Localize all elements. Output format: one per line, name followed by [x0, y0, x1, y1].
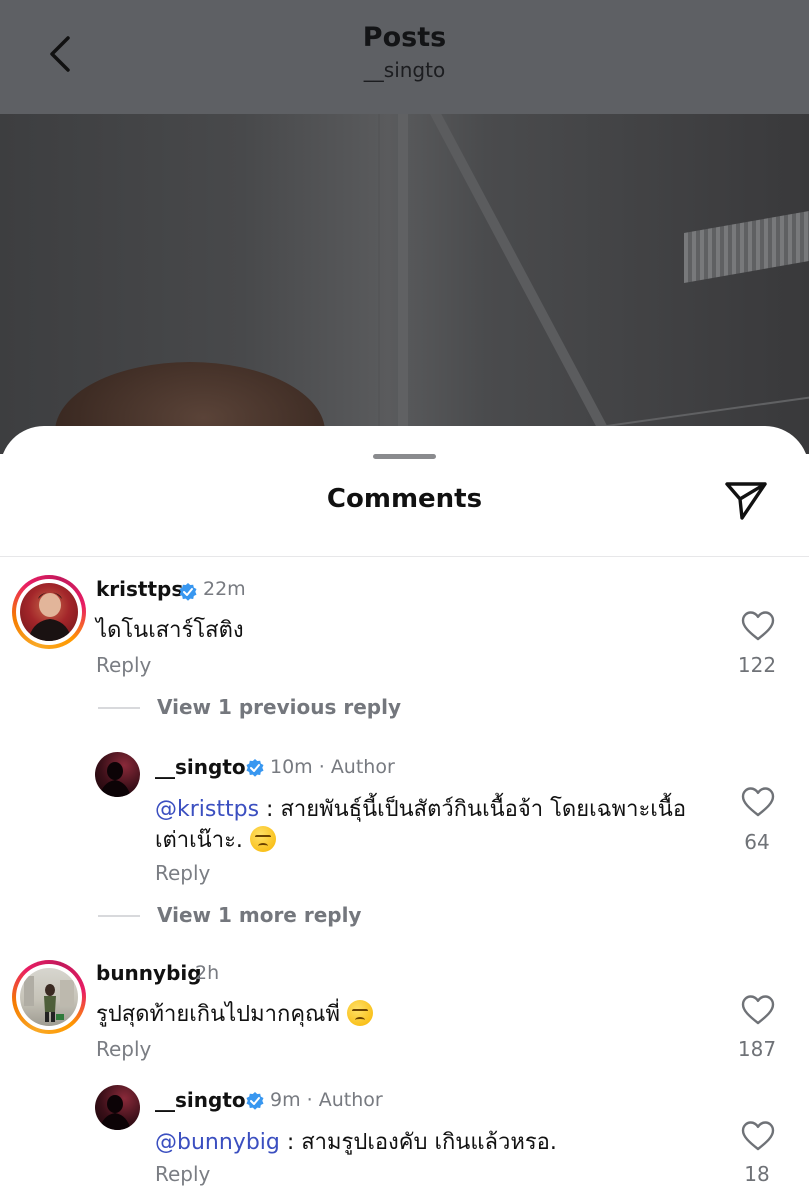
reply-button[interactable]: Reply [155, 861, 210, 885]
author-tag: · Author [318, 756, 395, 778]
like-count: 64 [744, 830, 770, 854]
author-tag: · Author [306, 1089, 383, 1111]
comment-text-body: รูปสุดท้ายเกินไปมากคุณพี่ [96, 1002, 340, 1027]
post-photo-background [0, 114, 809, 454]
heart-icon[interactable] [741, 1120, 775, 1152]
page-title: Posts [362, 22, 447, 53]
comments-sheet: Comments kristtps 22m ไดโนเสาร์โสติง Rep… [0, 426, 809, 1200]
avatar[interactable] [95, 1085, 140, 1130]
comment-text: รูปสุดท้ายเกินไปมากคุณพี่ [96, 996, 373, 1031]
view-more-replies[interactable]: View 1 more reply [157, 903, 361, 927]
share-button[interactable] [722, 478, 770, 522]
thread-line [98, 915, 140, 917]
avatar-photo [24, 976, 74, 1022]
verified-badge-icon [246, 1092, 264, 1110]
page-subtitle: __singto [363, 58, 446, 82]
reply-button[interactable]: Reply [96, 653, 151, 677]
like-count: 18 [744, 1162, 770, 1186]
view-previous-replies[interactable]: View 1 previous reply [157, 695, 401, 719]
verified-badge-icon [246, 759, 264, 777]
reply-meta: 9m · Author [270, 1089, 383, 1111]
reply-text-line2: เต่าเน๊าะ. [155, 828, 243, 853]
reply-text: @bunnybig : สามรูปเองคับ เกินแล้วหรอ. [155, 1124, 557, 1159]
heart-icon[interactable] [741, 994, 775, 1026]
avatar-photo [28, 592, 72, 641]
like-count: 122 [737, 653, 777, 677]
comment-username[interactable]: kristtps [96, 577, 183, 601]
comment-username[interactable]: bunnybig [96, 961, 202, 985]
reply-text-continued: เต่าเน๊าะ. [155, 822, 276, 857]
like-count: 187 [737, 1037, 777, 1061]
avatar-photo [99, 1095, 131, 1130]
reply-username[interactable]: __singto [155, 755, 246, 779]
comment-time: 22m [203, 578, 246, 600]
reply-username[interactable]: __singto [155, 1088, 246, 1112]
sheet-grabber[interactable] [373, 454, 436, 459]
reply-text-line1: : สายพันธุ์นี้เป็นสัตว์กินเนื้อจ้า โดยเฉ… [259, 797, 687, 822]
sheet-divider [0, 556, 809, 557]
avatar[interactable] [95, 752, 140, 797]
avatar-photo [99, 762, 131, 797]
comment-text: ไดโนเสาร์โสติง [96, 618, 244, 643]
reply-text: @kristtps : สายพันธุ์นี้เป็นสัตว์กินเนื้… [155, 791, 686, 826]
reply-time: 10m [270, 756, 313, 778]
send-icon [725, 482, 767, 520]
heart-icon[interactable] [741, 610, 775, 642]
heart-icon[interactable] [741, 786, 775, 818]
reply-meta: 10m · Author [270, 756, 395, 778]
unamused-face-emoji-icon [346, 1000, 373, 1026]
verified-badge-icon [179, 583, 197, 601]
reply-button[interactable]: Reply [155, 1162, 210, 1186]
mention-link[interactable]: @bunnybig [155, 1130, 280, 1155]
comment-time: 2h [195, 962, 220, 984]
avatar[interactable] [20, 583, 78, 641]
thread-line [98, 707, 140, 709]
reply-text-line1: : สามรูปเองคับ เกินแล้วหรอ. [279, 1130, 557, 1155]
reply-button[interactable]: Reply [96, 1037, 151, 1061]
avatar[interactable] [20, 968, 78, 1026]
top-bar: Posts __singto [0, 0, 809, 114]
sheet-title: Comments [326, 484, 483, 514]
reply-time: 9m [270, 1089, 301, 1111]
mention-link[interactable]: @kristtps [155, 797, 259, 822]
unamused-face-emoji-icon [249, 826, 276, 852]
